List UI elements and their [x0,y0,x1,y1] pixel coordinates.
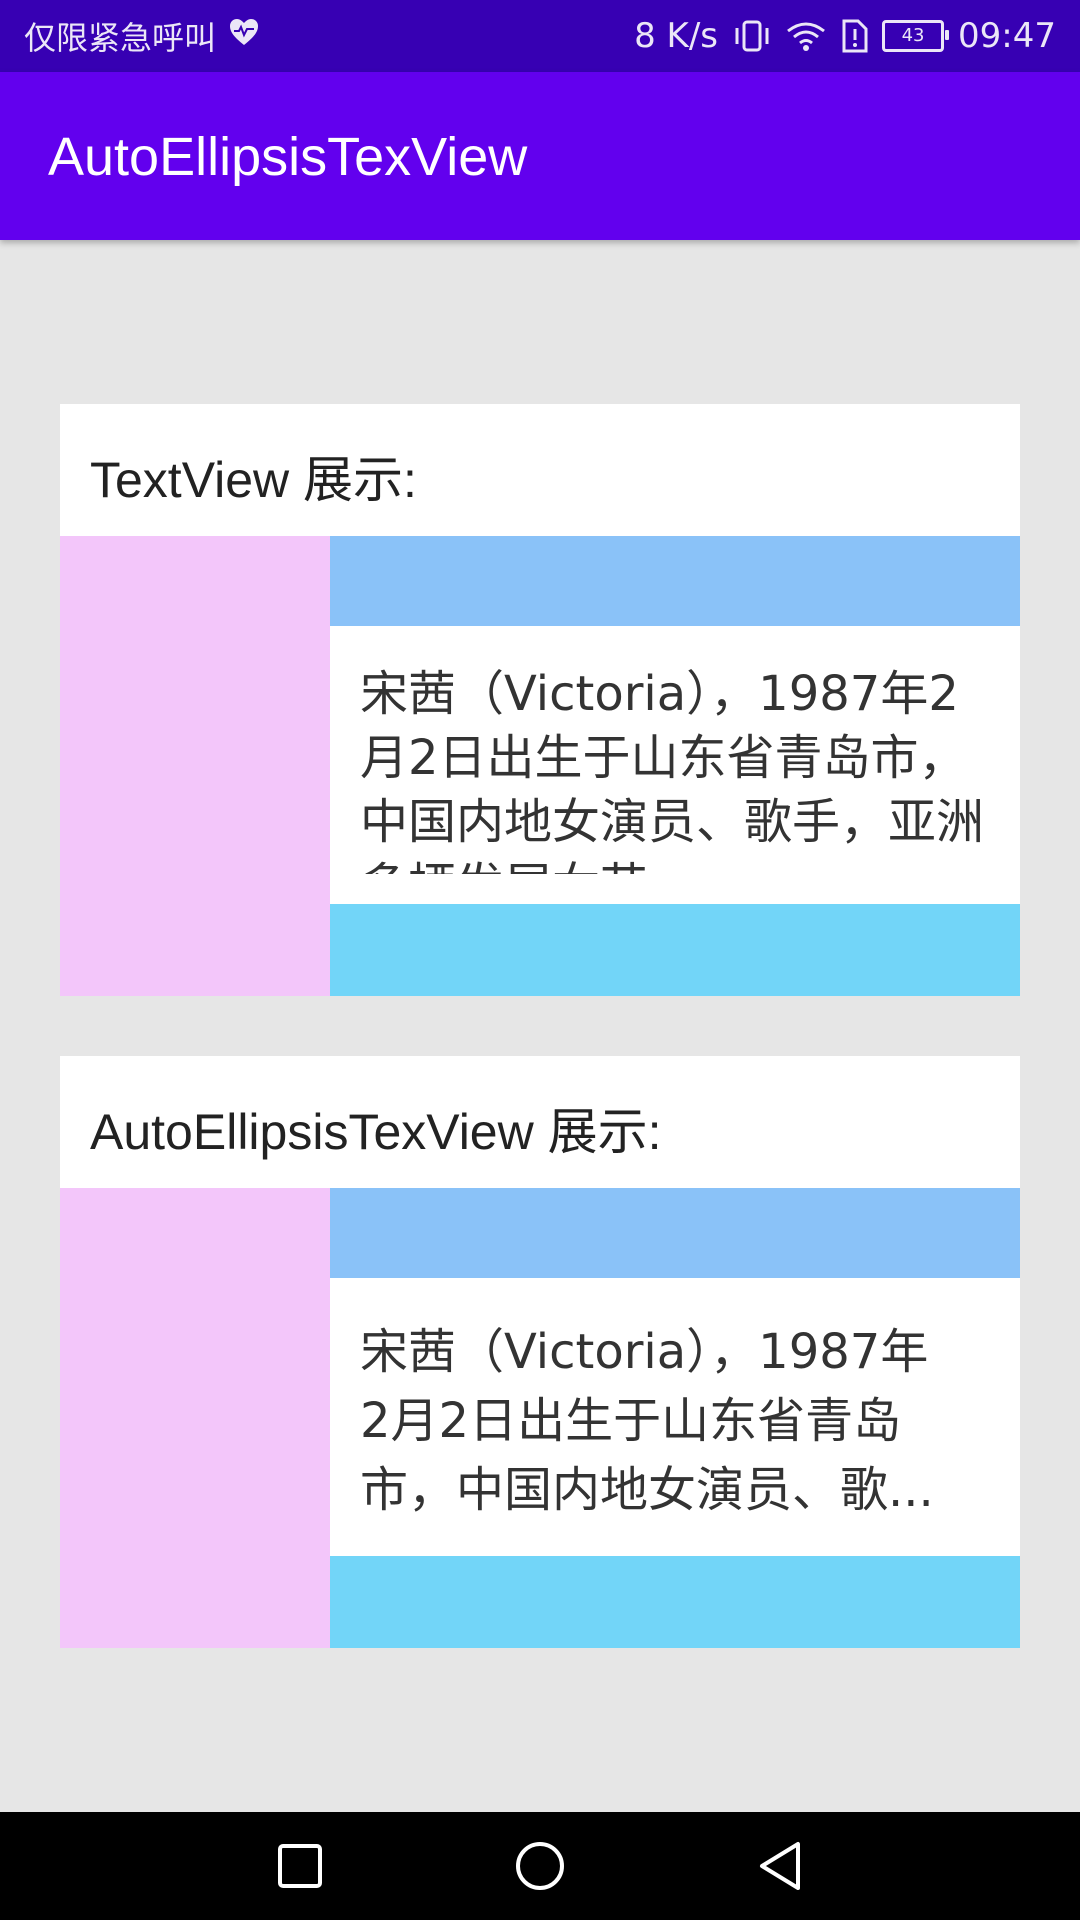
emergency-call-text: 仅限紧急呼叫 [24,19,217,57]
blue-bottom-block [330,904,1020,996]
auto-ellipsis-text: 宋茜（Victoria），1987年 2月2日出生于山东省青岛 市，中国内地女演… [360,1318,990,1525]
recents-square-icon[interactable] [270,1836,330,1896]
clock: 09:47 [958,16,1056,56]
status-left: 仅限紧急呼叫 [24,13,260,59]
blue-top-block [330,536,1020,626]
textview-text: 宋茜（Victoria），1987年2月2日出生于山东省青岛市，中国内地女演员、… [360,666,985,874]
auto-ellipsis-line-2: 2月2日出生于山东省青岛 [360,1393,902,1449]
pink-side-block [60,536,330,996]
textview-clip: 宋茜（Victoria），1987年2月2日出生于山东省青岛市，中国内地女演员、… [330,626,1020,874]
auto-ellipsis-line-1: 宋茜（Victoria），1987年 [360,1324,929,1380]
textview-demo-label: TextView 展示: [90,452,417,508]
auto-ellipsis-demo-label: AutoEllipsisTexView 展示: [90,1104,662,1160]
app-bar: AutoEllipsisTexView [0,72,1080,240]
blue-top-block [330,1188,1020,1278]
pink-side-block [60,1188,330,1648]
navigation-bar [0,1812,1080,1920]
home-circle-icon[interactable] [510,1836,570,1896]
app-title: AutoEllipsisTexView [48,127,528,187]
heart-pulse-icon [228,17,260,55]
blue-bottom-block [330,1556,1020,1648]
card-header: AutoEllipsisTexView 展示: [60,1056,1020,1188]
battery-icon: 43 [882,20,950,52]
textview-demo-card: TextView 展示: 宋茜（Victoria），1987年2月2日出生于山东… [60,404,1020,996]
battery-level: 43 [901,25,925,46]
status-bar: 仅限紧急呼叫 8 K/s 43 09:47 [0,0,1080,72]
status-right: 8 K/s 43 09:47 [634,16,1056,56]
vibrate-icon [732,19,772,53]
back-triangle-icon[interactable] [750,1836,810,1896]
auto-ellipsis-demo-card: AutoEllipsisTexView 展示: 宋茜（Victoria），198… [60,1056,1020,1648]
auto-ellipsis-box: 宋茜（Victoria），1987年 2月2日出生于山东省青岛 市，中国内地女演… [330,1278,1020,1556]
wifi-icon [786,19,826,53]
sim-alert-icon [840,19,868,53]
textview-box: 宋茜（Victoria），1987年2月2日出生于山东省青岛市，中国内地女演员、… [330,626,1020,904]
auto-ellipsis-line-3: 市，中国内地女演员、歌... [360,1462,934,1518]
network-speed: 8 K/s [634,16,719,56]
card-header: TextView 展示: [60,404,1020,536]
